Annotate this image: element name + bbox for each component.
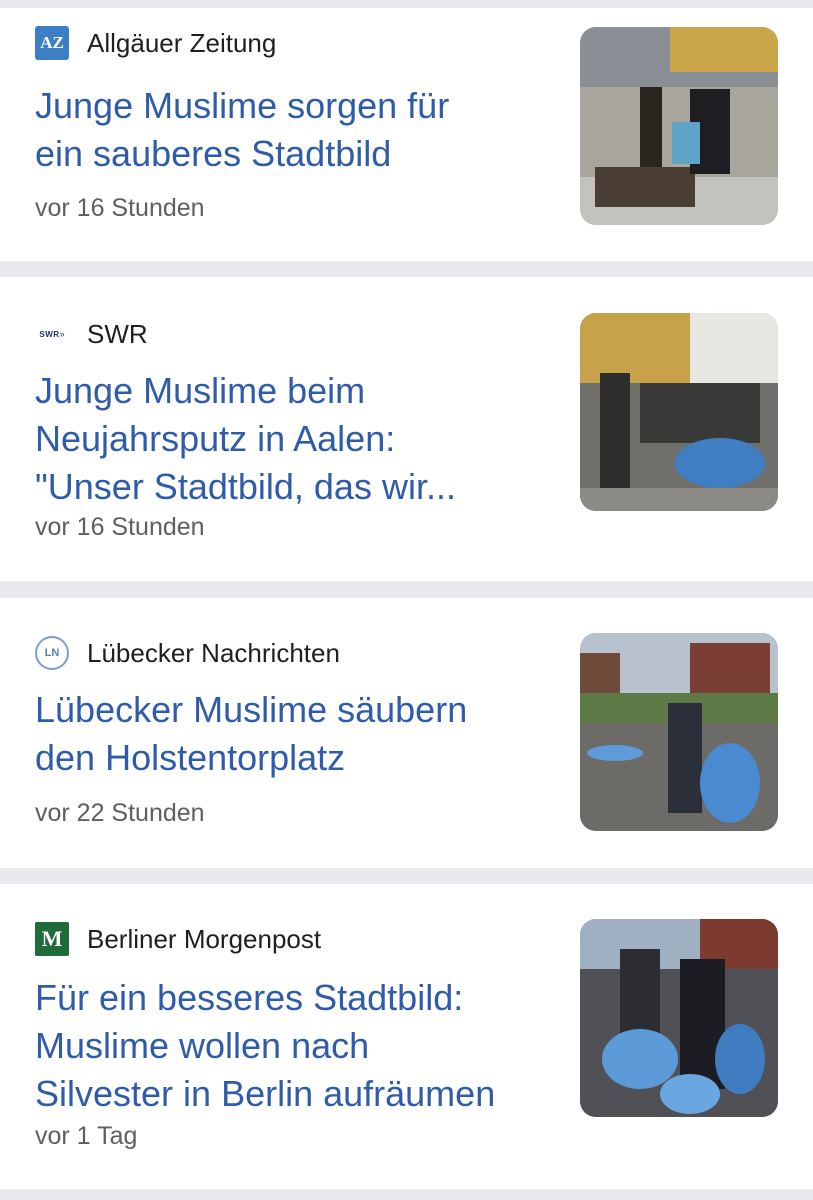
news-card-swr[interactable]: SWR » SWR Junge Muslime beim Neujahrsput… xyxy=(0,277,813,581)
news-photo-icon[interactable] xyxy=(580,633,778,831)
m-logo-icon: M xyxy=(35,922,69,956)
news-card-berliner[interactable]: M Berliner Morgenpost Für ein besseres S… xyxy=(0,884,813,1189)
source-row: SWR » SWR xyxy=(35,317,148,351)
source-name: Lübecker Nachrichten xyxy=(87,637,340,668)
news-photo-icon[interactable] xyxy=(580,27,778,225)
news-photo-icon[interactable] xyxy=(580,919,778,1117)
news-card-allgaeuer[interactable]: AZ Allgäuer Zeitung Junge Muslime sorgen… xyxy=(0,8,813,261)
source-name: Berliner Morgenpost xyxy=(87,923,322,954)
article-headline[interactable]: Lübecker Muslime säubern den Holstentorp… xyxy=(35,686,555,782)
az-logo-icon: AZ xyxy=(35,26,69,60)
news-photo-icon[interactable] xyxy=(580,313,778,511)
source-row: LN Lübecker Nachrichten xyxy=(35,636,340,670)
source-name: Allgäuer Zeitung xyxy=(87,27,277,58)
swr-logo-icon: SWR » xyxy=(39,329,65,339)
timestamp: vor 16 Stunden xyxy=(35,513,205,541)
timestamp: vor 1 Tag xyxy=(35,1122,138,1150)
source-name: SWR xyxy=(87,318,148,349)
article-headline[interactable]: Für ein besseres Stadtbild: Muslime woll… xyxy=(35,974,555,1118)
timestamp: vor 16 Stunden xyxy=(35,194,205,222)
source-row: AZ Allgäuer Zeitung xyxy=(35,26,276,60)
source-row: M Berliner Morgenpost xyxy=(35,922,321,956)
article-headline[interactable]: Junge Muslime beim Neujahrsputz in Aalen… xyxy=(35,367,555,511)
timestamp: vor 22 Stunden xyxy=(35,799,205,827)
news-card-luebecker[interactable]: LN Lübecker Nachrichten Lübecker Muslime… xyxy=(0,598,813,868)
article-headline[interactable]: Junge Muslime sorgen für ein sauberes St… xyxy=(35,82,555,178)
ln-logo-icon: LN xyxy=(35,636,69,670)
top-separator xyxy=(0,0,813,8)
